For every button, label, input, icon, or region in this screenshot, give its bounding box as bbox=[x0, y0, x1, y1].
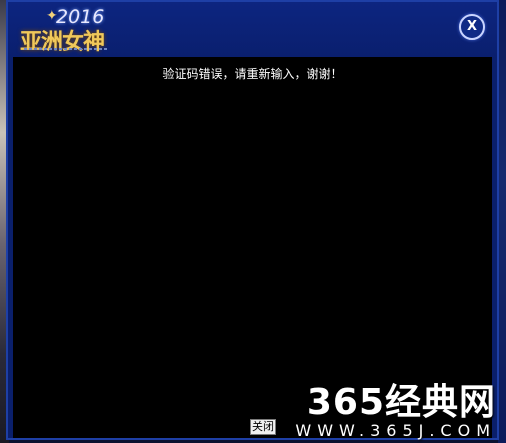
watermark-url: WWW.365J.COM bbox=[295, 421, 496, 440]
background-edge-strip bbox=[498, 0, 506, 443]
dialog-content: 验证码错误，请重新输入，谢谢！ 关闭 bbox=[13, 57, 492, 438]
site-watermark: 365经典网 WWW.365J.COM bbox=[295, 384, 496, 440]
close-button[interactable]: X bbox=[459, 14, 485, 40]
logo-title: 亚洲女神 bbox=[20, 29, 105, 55]
close-dialog-button[interactable]: 关闭 bbox=[250, 419, 276, 435]
logo-underline bbox=[24, 48, 108, 50]
watermark-title: 365经典网 bbox=[306, 382, 496, 423]
dialog-titlebar: ✦ 2016 亚洲女神 X bbox=[8, 2, 497, 57]
page-background: ✦ 2016 亚洲女神 X 验证码错误，请重新输入，谢谢！ 关闭 365经典网 … bbox=[0, 0, 506, 443]
error-dialog: ✦ 2016 亚洲女神 X 验证码错误，请重新输入，谢谢！ 关闭 bbox=[6, 0, 499, 440]
error-message: 验证码错误，请重新输入，谢谢！ bbox=[162, 67, 343, 81]
event-logo: ✦ 2016 亚洲女神 bbox=[18, 6, 114, 55]
